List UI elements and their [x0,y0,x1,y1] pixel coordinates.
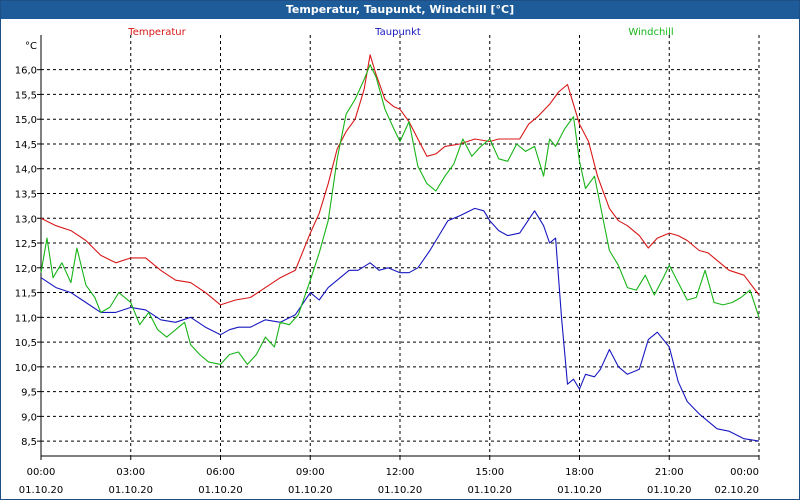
y-tick-label: 10,0 [15,363,37,374]
x-tick-date: 01.10.20 [557,485,602,496]
y-tick-label: 9,0 [21,412,37,423]
x-tick-time: 06:00 [206,467,235,478]
chart-canvas: 8,5 9,0 9,5 10,0 10,5 11,0 11,5 12,0 12,5 13,0 13,… [15,27,760,496]
x-tick-date: 01.10.20 [288,485,333,496]
y-tick-label: 15,5 [15,90,37,101]
x-tick-time: 12:00 [386,467,415,478]
x-tick-date: 01.10.20 [378,485,423,496]
x-tick-date: 01.10.20 [467,485,512,496]
x-tick-date: 01.10.20 [198,485,243,496]
legend-windchill: Windchill [628,27,673,38]
x-tick-time: 15:00 [475,467,504,478]
y-tick-label: 11,0 [15,313,37,324]
x-tick-time: 18:00 [565,467,594,478]
y-tick-label: 16,0 [15,66,37,77]
axes [37,35,760,460]
y-tick-label: 14,0 [15,165,37,176]
y-tick-label: 12,5 [15,239,37,250]
y-tick-label: 15,0 [15,115,37,126]
y-tick-label: 14,5 [15,140,37,151]
y-tick-label: 13,5 [15,189,37,200]
x-tick-time: 00:00 [27,467,56,478]
legend: Temperatur Taupunkt Windchill [127,27,673,38]
y-tick-label: 8,5 [21,437,37,448]
y-axis-unit: °C [25,41,37,52]
y-tick-label: 12,0 [15,264,37,275]
x-tick-date: 01.10.20 [19,485,64,496]
x-tick-time: 00:00 [730,467,759,478]
legend-temperatur: Temperatur [127,27,186,38]
y-tick-label: 10,5 [15,338,37,349]
x-tick-time: 09:00 [296,467,325,478]
chart-window: Temperatur, Taupunkt, Windchill [°C] 8,5… [0,0,800,500]
y-tick-label: 13,0 [15,214,37,225]
x-tick-date: 02.10.20 [714,485,759,496]
x-tick-date: 01.10.20 [647,485,692,496]
x-tick-date: 01.10.20 [108,485,153,496]
legend-taupunkt: Taupunkt [374,27,421,38]
y-tick-label: 11,5 [15,289,37,300]
x-tick-time: 03:00 [116,467,145,478]
y-tick-label: 9,5 [21,388,37,399]
x-tick-time: 21:00 [655,467,684,478]
